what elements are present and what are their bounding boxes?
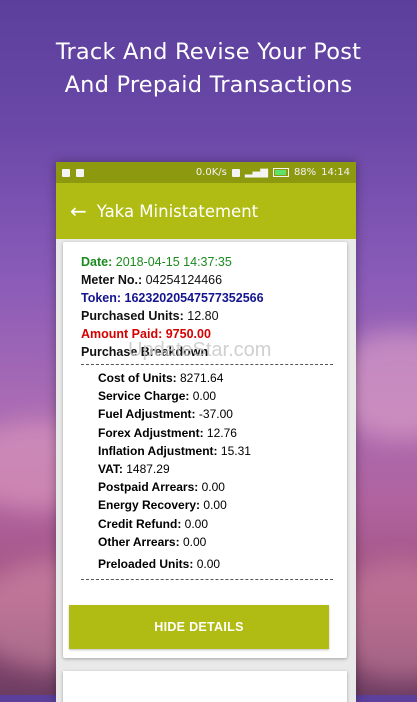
date-row: Date: 2018-04-15 14:37:35 [81, 253, 347, 271]
meter-row: Meter No.: 04254124466 [81, 271, 347, 289]
divider [81, 364, 333, 365]
promo-headline: Track And Revise Your Post And Prepaid T… [0, 36, 417, 102]
breakdown-item: Forex Adjustment: 12.76 [98, 425, 237, 440]
nfc-icon [231, 168, 240, 177]
statement-card: Date: 2018-04-15 14:37:35 Meter No.: 042… [63, 242, 347, 658]
notification-icon [62, 168, 70, 177]
breakdown-item: Credit Refund: 0.00 [98, 516, 209, 531]
battery-percent: 88% [293, 167, 317, 178]
token-label: Token: [81, 291, 122, 305]
notification-icon [76, 168, 84, 177]
units-label: Purchased Units: [81, 309, 184, 323]
breakdown-item: Other Arrears: 0.00 [98, 534, 207, 549]
breakdown-item: Inflation Adjustment: 15.31 [98, 443, 251, 458]
status-bar: 0.0K/s ▂▄▆ 88% 14:14 [56, 162, 356, 183]
breakdown-list: Cost of Units: 8271.64 Service Charge: 0… [81, 369, 347, 573]
arrow-left-icon[interactable]: ← [70, 201, 87, 221]
date-label: Date: [81, 255, 113, 269]
breakdown-item: Postpaid Arrears: 0.00 [98, 480, 225, 495]
battery-icon [272, 168, 289, 177]
network-speed: 0.0K/s [195, 167, 227, 178]
preloaded-label: Preloaded Units: [98, 557, 194, 572]
preloaded-value: 0.00 [196, 557, 221, 572]
token-row: Token: 16232020547577352566 [81, 289, 347, 307]
watermark: UpdateStar.com [128, 339, 272, 361]
signal-icon: ▂▄▆ [244, 167, 268, 178]
headline-line-2: And Prepaid Transactions [64, 72, 353, 98]
page-title: Yaka Ministatement [96, 201, 259, 221]
breakdown-item: Fuel Adjustment: -37.00 [98, 407, 233, 422]
phone-screen: 0.0K/s ▂▄▆ 88% 14:14 ← Yaka Ministatemen… [56, 162, 356, 702]
next-statement-card[interactable] [63, 671, 347, 702]
headline-line-1: Track And Revise Your Post [55, 39, 362, 65]
breakdown-item: Service Charge: 0.00 [98, 389, 217, 404]
meter-label: Meter No.: [81, 273, 143, 287]
app-bar: ← Yaka Ministatement [56, 183, 356, 239]
breakdown-item: VAT: 1487.29 [98, 462, 170, 477]
clock: 14:14 [321, 167, 350, 178]
preloaded-row: Preloaded Units: 0.00 [98, 555, 347, 573]
meter-value: 04254124466 [145, 273, 223, 287]
breakdown-item: Energy Recovery: 0.00 [98, 498, 227, 513]
units-value: 12.80 [187, 309, 219, 323]
date-value: 2018-04-15 14:37:35 [115, 255, 232, 269]
token-value[interactable]: 16232020547577352566 [125, 291, 264, 305]
breakdown-item: Cost of Units: 8271.64 [98, 371, 224, 385]
divider [81, 579, 333, 581]
units-row: Purchased Units: 12.80 [81, 307, 347, 325]
hide-details-button[interactable]: HIDE DETAILS [69, 605, 329, 649]
